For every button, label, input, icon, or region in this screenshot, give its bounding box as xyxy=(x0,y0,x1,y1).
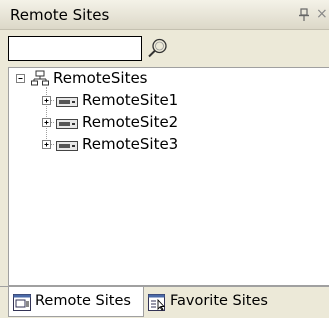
server-icon xyxy=(56,139,78,151)
close-icon[interactable]: × xyxy=(316,6,329,22)
search-icon[interactable] xyxy=(146,36,170,60)
tree-node-remotesite1[interactable]: RemoteSite1 xyxy=(9,90,209,110)
tree-node-label: RemoteSite2 xyxy=(82,113,179,131)
tree-node-root[interactable]: RemoteSites xyxy=(9,68,209,88)
panel-tabs: Remote Sites Favorite Sites xyxy=(0,286,329,318)
tree-node-remotesite3[interactable]: RemoteSite3 xyxy=(9,134,209,154)
tab-remote-sites[interactable]: Remote Sites xyxy=(8,287,144,317)
expand-icon[interactable] xyxy=(42,118,51,127)
expand-icon[interactable] xyxy=(42,96,51,105)
favorite-sites-tab-icon xyxy=(148,293,166,311)
tree-node-label: RemoteSite3 xyxy=(82,135,179,153)
tab-label: Favorite Sites xyxy=(170,293,268,309)
tab-favorite-sites[interactable]: Favorite Sites xyxy=(144,287,272,317)
tree-node-remotesite2[interactable]: RemoteSite2 xyxy=(9,112,209,132)
pin-icon[interactable] xyxy=(298,8,310,22)
server-icon xyxy=(56,95,78,107)
panel-titlebar: Remote Sites × xyxy=(0,0,329,30)
tree-node-label: RemoteSites xyxy=(53,69,148,87)
panel-title: Remote Sites xyxy=(10,6,110,24)
collapse-icon[interactable] xyxy=(16,74,25,83)
remote-sites-tab-icon xyxy=(13,293,31,311)
tree-node-label: RemoteSite1 xyxy=(82,91,179,109)
network-sites-icon xyxy=(31,70,49,86)
remote-sites-tree[interactable]: RemoteSites RemoteSite1 RemoteSite2 Remo… xyxy=(8,67,329,286)
search-row xyxy=(0,30,329,66)
server-icon xyxy=(56,117,78,129)
expand-icon[interactable] xyxy=(42,140,51,149)
tab-label: Remote Sites xyxy=(35,293,131,309)
search-input[interactable] xyxy=(8,36,142,61)
remote-sites-panel: Remote Sites × RemoteSites RemoteSite1 R… xyxy=(0,0,329,318)
